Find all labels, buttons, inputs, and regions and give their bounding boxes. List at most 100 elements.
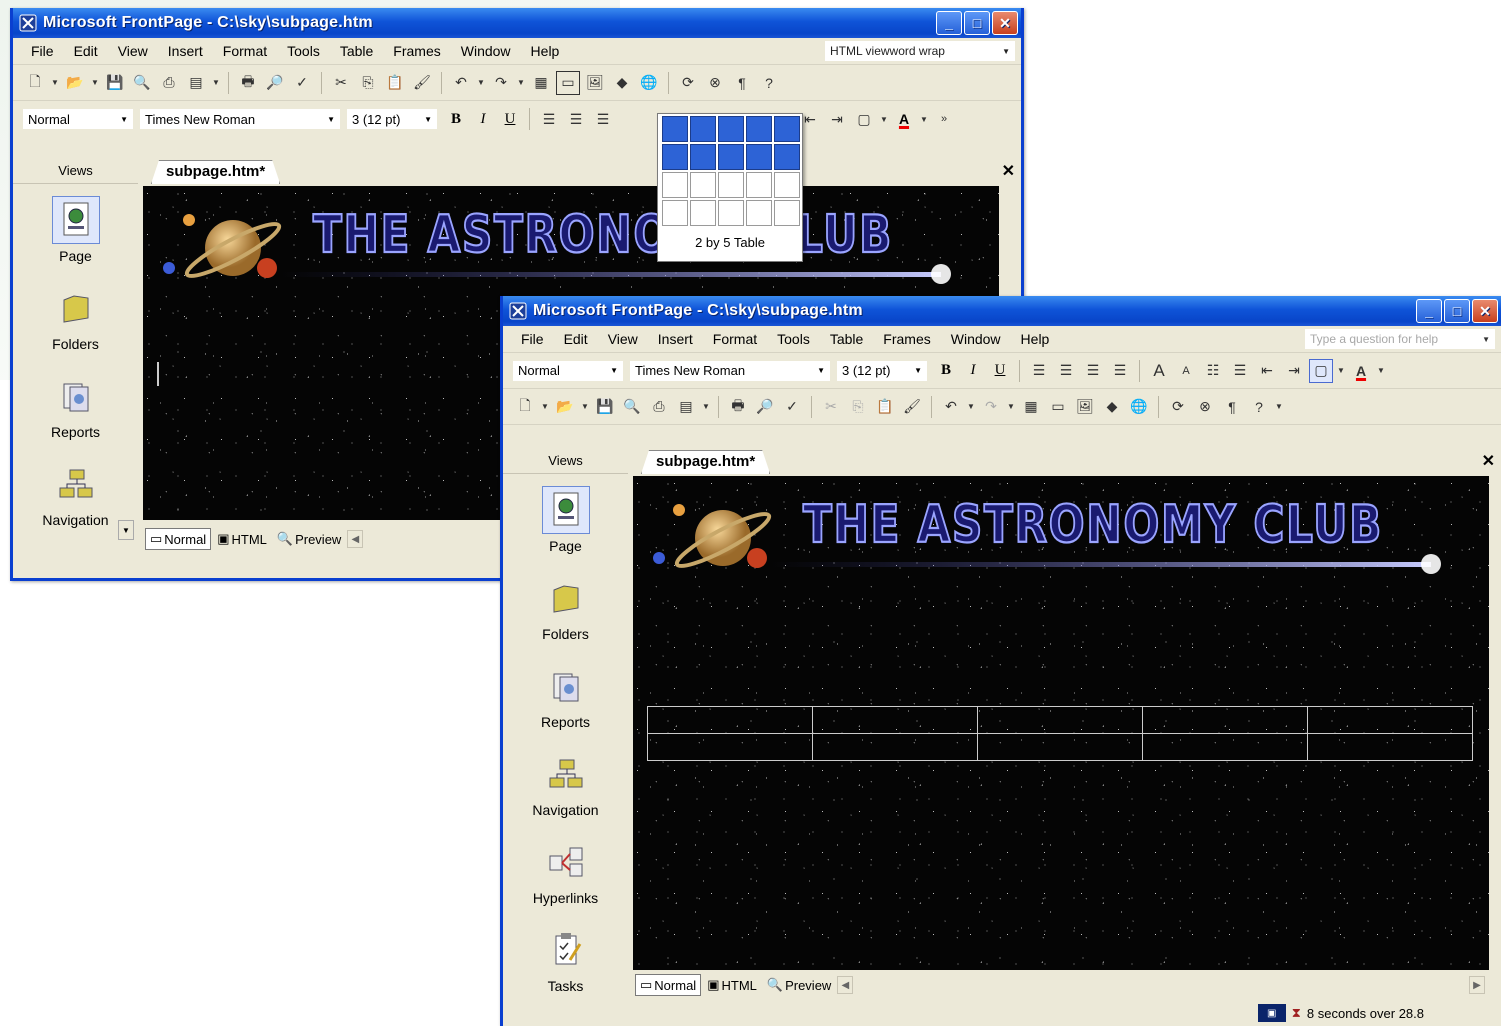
table-picker-cell[interactable] <box>690 116 716 142</box>
hyperlink-icon[interactable]: 🌐 <box>637 71 661 95</box>
dropdown-arrow-icon[interactable]: ▼ <box>1274 402 1284 411</box>
insert-picture-icon[interactable]: 🖼 <box>1073 395 1097 419</box>
cut-icon[interactable]: ✂ <box>819 395 843 419</box>
table-picker-cell[interactable] <box>662 144 688 170</box>
menu-help[interactable]: Help <box>1011 331 1060 347</box>
tab-normal[interactable]: ▭ Normal <box>635 974 702 996</box>
font-color-icon[interactable]: A <box>892 107 916 131</box>
insert-table-icon[interactable]: ▭ <box>1046 395 1070 419</box>
dropdown-arrow-icon[interactable]: ▼ <box>701 402 711 411</box>
new-page-icon[interactable]: 🗋 <box>513 395 537 419</box>
close-button[interactable]: ✕ <box>992 11 1018 35</box>
maximize-button[interactable]: □ <box>964 11 990 35</box>
menu-format[interactable]: Format <box>213 43 277 59</box>
web-component-icon[interactable]: ▦ <box>529 71 553 95</box>
undo-icon[interactable]: ↶ <box>939 395 963 419</box>
dropdown-arrow-icon[interactable]: ▼ <box>879 115 889 124</box>
print-icon[interactable]: 🖶 <box>236 71 260 95</box>
align-center-icon[interactable]: ☰ <box>564 107 588 131</box>
table-cell[interactable] <box>812 733 978 761</box>
save-icon[interactable]: 💾 <box>593 395 617 419</box>
tab-preview[interactable]: 🔍 Preview <box>763 975 835 995</box>
decrease-indent-icon[interactable]: ⇤ <box>1255 359 1279 383</box>
table-picker-cell[interactable] <box>690 144 716 170</box>
size-combo[interactable]: 3 (12 pt) ▼ <box>347 109 437 129</box>
menu-window[interactable]: Window <box>451 43 521 59</box>
dropdown-arrow-icon[interactable]: ▼ <box>1336 366 1346 375</box>
scroll-left-arrow[interactable]: ◀ <box>837 976 854 994</box>
copy-icon[interactable]: ⎘ <box>846 395 870 419</box>
dropdown-arrow-icon[interactable]: ▼ <box>580 402 590 411</box>
toolbar-options-icon[interactable]: » <box>932 107 956 131</box>
help-icon[interactable]: ? <box>757 71 781 95</box>
increase-indent-icon[interactable]: ⇥ <box>1282 359 1306 383</box>
save-icon[interactable]: 💾 <box>103 71 127 95</box>
paragraph-icon[interactable]: ¶ <box>1220 395 1244 419</box>
insert-picture-icon[interactable]: 🖼 <box>583 71 607 95</box>
menu-tools[interactable]: Tools <box>767 331 820 347</box>
dropdown-arrow-icon[interactable]: ▼ <box>1376 366 1386 375</box>
align-right-icon[interactable]: ☰ <box>1081 359 1105 383</box>
table-picker-cell[interactable] <box>774 144 800 170</box>
search-icon[interactable]: 🔍 <box>130 71 154 95</box>
increase-indent-icon[interactable]: ⇥ <box>825 107 849 131</box>
font-color-icon[interactable]: A <box>1349 359 1373 383</box>
close-document-icon[interactable]: ✕ <box>1002 161 1015 181</box>
table-picker-grid[interactable] <box>658 114 802 226</box>
table-cell[interactable] <box>1307 733 1473 761</box>
preview-icon[interactable]: 🔎 <box>753 395 777 419</box>
toggle-pane-icon[interactable]: ▤ <box>184 71 208 95</box>
table-picker-cell[interactable] <box>690 200 716 226</box>
scroll-right-arrow[interactable]: ▶ <box>1469 976 1485 994</box>
menu-file[interactable]: File <box>21 43 64 59</box>
preview-icon[interactable]: 🔎 <box>263 71 287 95</box>
new-page-icon[interactable]: 🗋 <box>23 71 47 95</box>
cut-icon[interactable]: ✂ <box>329 71 353 95</box>
menu-frames[interactable]: Frames <box>383 43 450 59</box>
dropdown-arrow-icon[interactable]: ▼ <box>919 115 929 124</box>
align-center-icon[interactable]: ☰ <box>1054 359 1078 383</box>
table-picker-cell[interactable] <box>718 200 744 226</box>
help-question-box[interactable]: Type a question for help ▼ <box>1305 329 1495 349</box>
publish-icon[interactable]: ⎙ <box>647 395 671 419</box>
table-cell[interactable] <box>812 706 978 734</box>
tab-html[interactable]: ▣ HTML <box>703 975 761 995</box>
menu-window[interactable]: Window <box>941 331 1011 347</box>
align-left-icon[interactable]: ☰ <box>1027 359 1051 383</box>
inserted-table[interactable] <box>647 706 1473 761</box>
hyperlink-icon[interactable]: 🌐 <box>1127 395 1151 419</box>
scroll-left-arrow[interactable]: ◀ <box>347 530 364 548</box>
toggle-pane-icon[interactable]: ▤ <box>674 395 698 419</box>
menu-frames[interactable]: Frames <box>873 331 940 347</box>
bold-button[interactable]: B <box>444 107 468 131</box>
maximize-button[interactable]: □ <box>1444 299 1470 323</box>
web-component-icon[interactable]: ▦ <box>1019 395 1043 419</box>
bold-button[interactable]: B <box>934 359 958 383</box>
page-editor[interactable]: THE ASTRONOMY CLUB <box>633 476 1489 970</box>
redo-icon[interactable]: ↷ <box>979 395 1003 419</box>
view-hyperlinks[interactable]: Hyperlinks <box>503 838 628 914</box>
copy-icon[interactable]: ⎘ <box>356 71 380 95</box>
menu-table[interactable]: Table <box>330 43 383 59</box>
stop-icon[interactable]: ⊗ <box>1193 395 1217 419</box>
dropdown-arrow-icon[interactable]: ▼ <box>540 402 550 411</box>
view-tasks[interactable]: Tasks <box>503 926 628 1002</box>
dropdown-arrow-icon[interactable]: ▼ <box>1006 402 1016 411</box>
font-combo[interactable]: Times New Roman ▼ <box>140 109 340 129</box>
dropdown-arrow-icon[interactable]: ▼ <box>90 78 100 87</box>
view-reports[interactable]: Reports <box>503 662 628 738</box>
dropdown-arrow-icon[interactable]: ▼ <box>516 78 526 87</box>
print-icon[interactable]: 🖶 <box>726 395 750 419</box>
menu-view[interactable]: View <box>598 331 648 347</box>
paragraph-icon[interactable]: ¶ <box>730 71 754 95</box>
table-picker-cell[interactable] <box>690 172 716 198</box>
table-picker-cell[interactable] <box>746 172 772 198</box>
document-tab[interactable]: subpage.htm* <box>151 160 280 184</box>
undo-icon[interactable]: ↶ <box>449 71 473 95</box>
view-page[interactable]: Page <box>13 196 138 272</box>
insert-table-picker[interactable]: 2 by 5 Table <box>657 113 803 262</box>
border-icon[interactable]: ▢ <box>852 107 876 131</box>
menu-file[interactable]: File <box>511 331 554 347</box>
document-tab[interactable]: subpage.htm* <box>641 450 770 474</box>
close-button[interactable]: ✕ <box>1472 299 1498 323</box>
